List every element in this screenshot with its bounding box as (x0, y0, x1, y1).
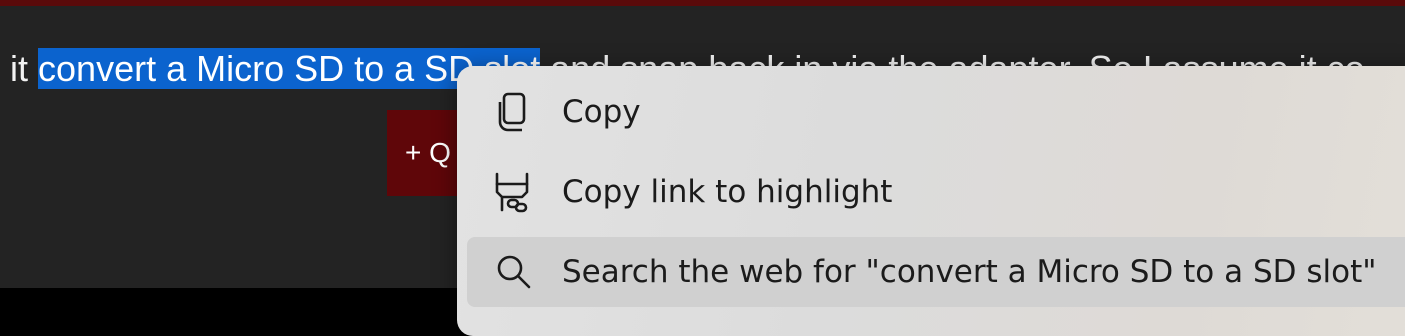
menu-item-label: Copy (562, 94, 641, 130)
menu-item-label: Search the web for "convert a Micro SD t… (562, 254, 1377, 290)
menu-item-search-web[interactable]: Search the web for "convert a Micro SD t… (467, 237, 1405, 307)
menu-item-copy-link-to-highlight[interactable]: Copy link to highlight (467, 157, 1405, 227)
context-menu: Copy Copy link to highlight Search the w… (457, 66, 1405, 336)
text-before-selection: e it (0, 48, 29, 89)
menu-item-label: Copy link to highlight (562, 174, 893, 210)
copy-icon (491, 90, 537, 136)
search-icon (491, 250, 537, 296)
link-highlight-icon (491, 170, 537, 216)
menu-item-copy[interactable]: Copy (467, 77, 1405, 147)
